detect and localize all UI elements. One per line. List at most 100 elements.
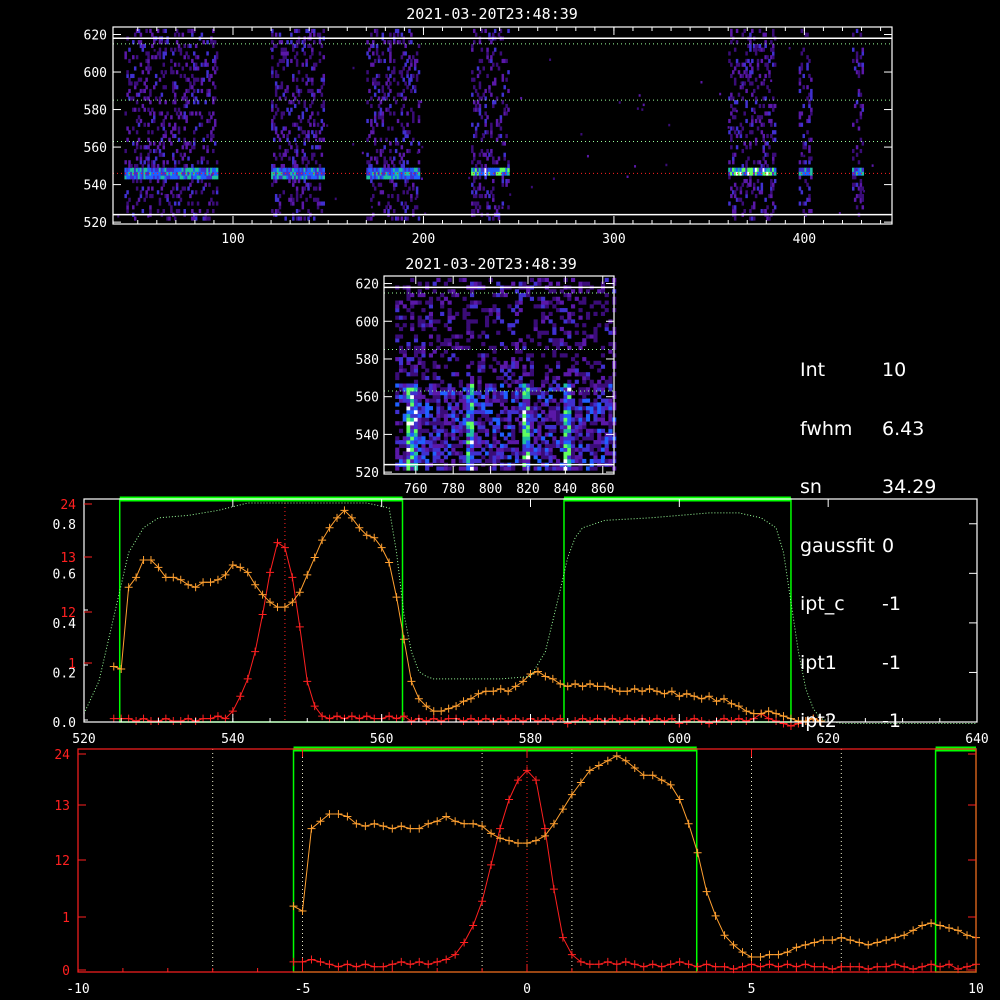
heat-cell — [455, 311, 460, 316]
heat-cell — [733, 47, 737, 52]
heat-cell — [151, 193, 154, 199]
heat-cell — [853, 197, 857, 202]
heat-cell — [507, 424, 512, 430]
heat-cell — [473, 443, 478, 448]
heat-cell — [507, 163, 510, 169]
heat-cell — [570, 417, 576, 422]
heat-cell — [173, 47, 177, 52]
heat-cell — [436, 375, 441, 381]
heat-cell — [474, 163, 478, 169]
heat-cell — [149, 92, 152, 97]
heat-cell — [387, 77, 390, 82]
heat-cell — [766, 133, 769, 139]
heat-cell — [400, 70, 404, 75]
heat-cell — [189, 141, 192, 146]
heat-cell — [412, 118, 415, 124]
heat-cell — [152, 160, 156, 165]
heat-cell — [473, 466, 478, 471]
heat-cell — [451, 432, 456, 437]
heat-cell — [552, 398, 557, 403]
heat-cell — [570, 289, 576, 294]
heat-cell — [582, 424, 587, 430]
heat-cell — [183, 186, 186, 191]
heat-cell — [492, 304, 497, 309]
heat-cell — [544, 455, 549, 460]
heat-cell — [208, 92, 211, 97]
heat-cell — [772, 182, 775, 187]
heat-cell — [522, 372, 527, 377]
heat-cell — [470, 383, 475, 388]
heat-cell — [458, 443, 463, 448]
heat-cell — [861, 197, 865, 202]
heat-cell — [478, 175, 482, 180]
heat-cell — [593, 383, 598, 388]
heat-cell — [406, 440, 411, 445]
heat-cell — [402, 383, 407, 388]
heat-cell — [462, 394, 467, 399]
heat-cell — [389, 148, 392, 154]
heat-cell — [413, 409, 419, 415]
heat-cell — [466, 326, 471, 332]
heat-cell — [548, 394, 553, 399]
heat-cell — [808, 118, 811, 124]
heat-cell — [436, 447, 441, 452]
heat-cell — [526, 417, 531, 422]
heat-cell — [213, 40, 217, 45]
heat-cell — [507, 167, 510, 172]
heat-cell — [458, 458, 463, 464]
heat-cell — [537, 424, 542, 430]
heat-cell — [156, 145, 160, 150]
heat-cell — [471, 70, 474, 75]
heat-cell — [522, 440, 527, 445]
heat-cell — [462, 466, 467, 471]
heat-cell — [511, 323, 516, 328]
heat-cell — [156, 163, 160, 169]
heat-cell — [526, 394, 531, 399]
heat-cell — [537, 398, 542, 403]
heat-cell — [567, 417, 572, 422]
heat-cell — [548, 447, 553, 452]
heat-cell — [406, 421, 411, 426]
heat-cell — [567, 315, 572, 320]
heat-cell — [408, 28, 411, 34]
heat-cell — [800, 122, 804, 127]
heat-cell — [852, 148, 855, 154]
heat-cell — [462, 402, 467, 407]
heat-cell — [470, 432, 475, 437]
heat-cell — [496, 394, 501, 399]
heat-cell — [567, 458, 572, 464]
heat-cell — [855, 100, 859, 105]
heat-cell — [191, 32, 194, 37]
heat-cell — [492, 440, 497, 445]
heat-cell — [462, 406, 467, 411]
heat-cell — [147, 122, 150, 127]
heat-cell — [511, 409, 516, 415]
heat-cell — [529, 409, 534, 415]
heat-cell — [280, 156, 284, 161]
heat-cell — [191, 178, 194, 184]
heat-cell — [529, 413, 534, 418]
heat-cell — [466, 413, 471, 418]
heat-cell — [406, 111, 409, 116]
heat-cell — [855, 145, 859, 150]
heat-cell — [503, 466, 508, 471]
heat-cell — [758, 28, 762, 34]
heat-cell — [278, 201, 282, 206]
heat-cell — [773, 137, 777, 142]
heat-cell — [402, 398, 407, 403]
heat-cell — [567, 368, 572, 373]
heat-cell — [402, 353, 407, 358]
heat-cell — [274, 81, 278, 86]
heat-cell — [417, 398, 422, 403]
heat-cell — [810, 92, 813, 97]
heat-cell — [541, 409, 546, 415]
heat-cell — [518, 428, 523, 433]
heat-cell — [766, 62, 769, 67]
heat-cell — [191, 111, 194, 116]
heat-cell — [476, 201, 480, 206]
heat-cell — [481, 409, 486, 415]
heat-cell — [410, 394, 415, 399]
heat-cell — [529, 443, 534, 448]
info-row-ipt-c: ipt_c -1 — [800, 594, 936, 615]
heat-cell — [147, 55, 150, 60]
